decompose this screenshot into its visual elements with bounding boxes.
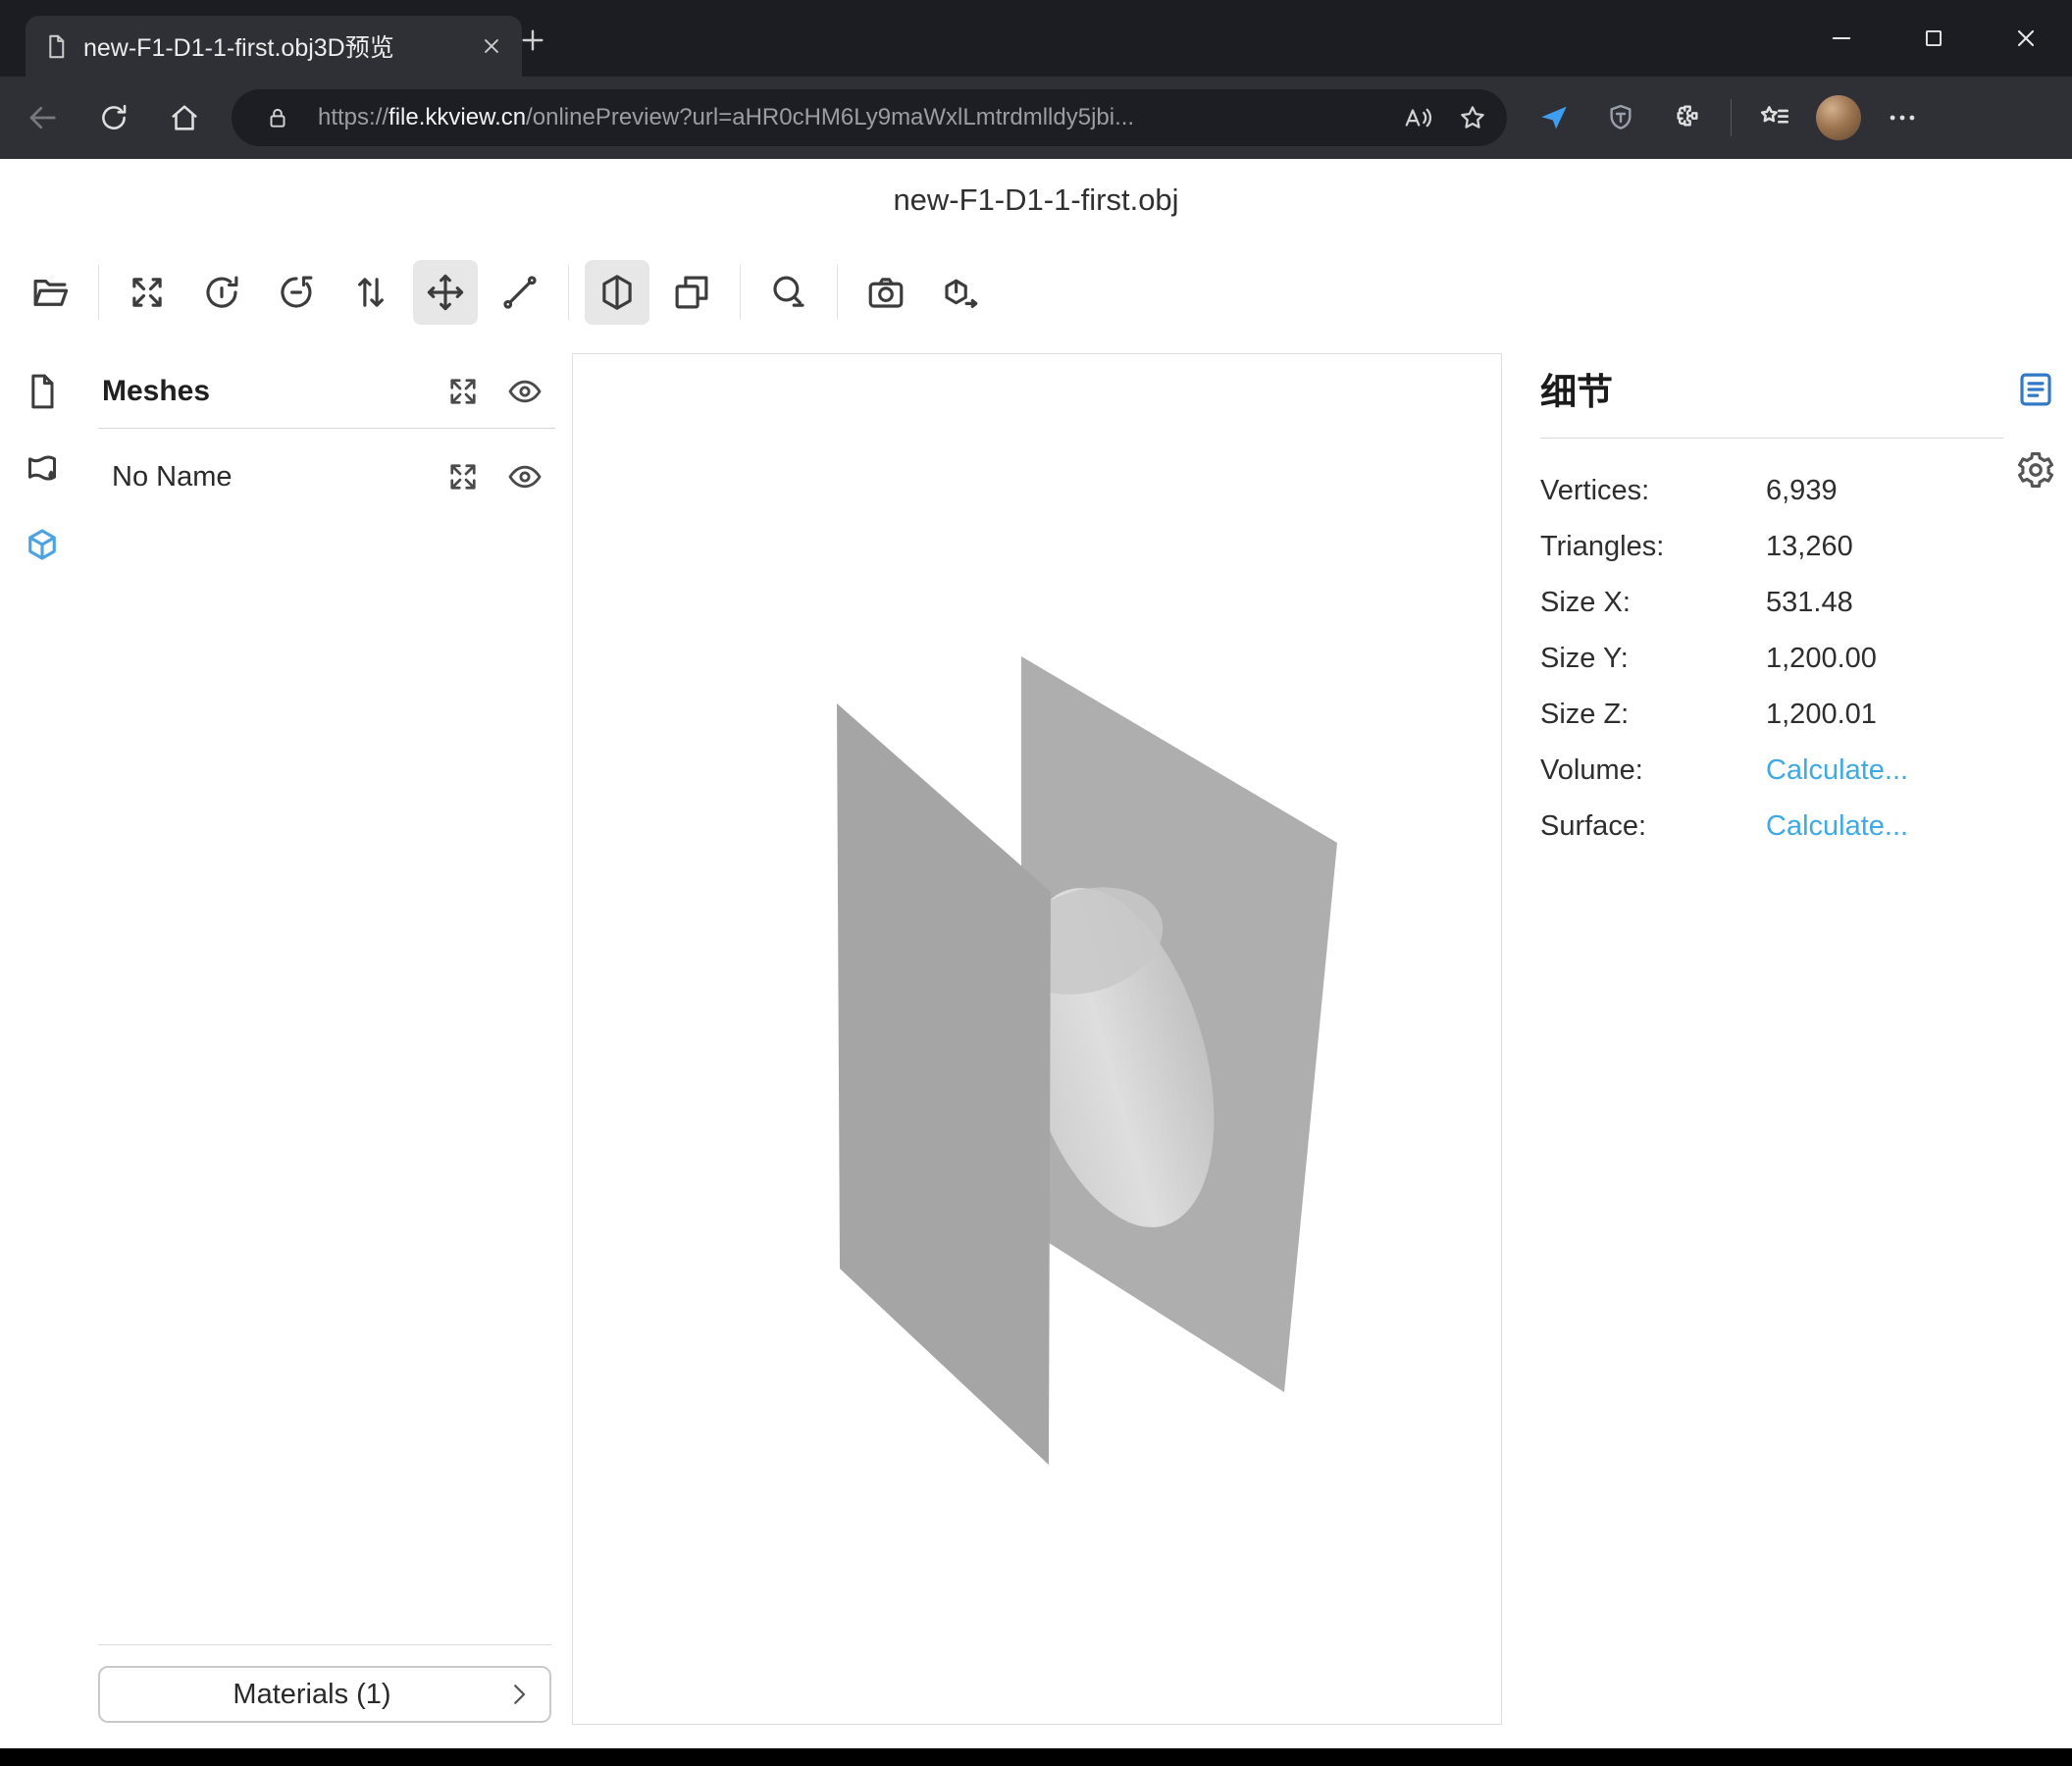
address-bar[interactable]: https://file.kkview.cn/onlinePreview?url… — [232, 89, 1507, 146]
detail-row-vertices: Vertices: 6,939 — [1540, 463, 2003, 519]
move-tool-button[interactable] — [413, 260, 478, 325]
detail-label: Size Z: — [1540, 699, 1766, 731]
viewer-page: new-F1-D1-1-first.obj — [0, 159, 2072, 1748]
detail-label: Size X: — [1540, 587, 1766, 619]
window-close-button[interactable] — [1980, 0, 2072, 77]
viewer-toolbar — [18, 255, 1003, 330]
orthographic-view-button[interactable] — [659, 260, 724, 325]
file-icon[interactable] — [20, 369, 65, 414]
perspective-view-button[interactable] — [585, 260, 649, 325]
detail-row-size-y: Size Y: 1,200.00 — [1540, 631, 2003, 687]
panel-divider — [98, 428, 555, 429]
detail-label: Triangles: — [1540, 531, 1766, 563]
refresh-icon[interactable] — [86, 90, 141, 145]
fit-view-button[interactable] — [115, 260, 180, 325]
extensions-puzzle-icon[interactable] — [1660, 90, 1715, 145]
details-rows: Vertices: 6,939 Triangles: 13,260 Size X… — [1540, 463, 2003, 855]
tab-title: new-F1-D1-1-first.obj3D预览 — [83, 28, 465, 64]
mesh-name: No Name — [112, 461, 420, 493]
back-icon[interactable] — [16, 90, 71, 145]
browser-tabstrip: new-F1-D1-1-first.obj3D预览 — [0, 0, 2072, 77]
3d-model-canvas[interactable] — [573, 354, 1501, 1724]
detail-row-size-z: Size Z: 1,200.01 — [1540, 687, 2003, 743]
details-divider — [1540, 438, 2003, 439]
detail-value: 1,200.00 — [1766, 643, 1877, 675]
materials-icon[interactable] — [20, 445, 65, 491]
materials-button-label: Materials (1) — [120, 1679, 504, 1711]
measure-button[interactable] — [756, 260, 821, 325]
mesh-visibility-eye-icon[interactable] — [506, 458, 544, 495]
gear-icon[interactable] — [2013, 447, 2058, 493]
rotate-horizontal-button[interactable] — [189, 260, 254, 325]
detail-value: 1,200.01 — [1766, 699, 1877, 731]
favorites-bar-icon[interactable] — [1747, 90, 1802, 145]
visibility-eye-icon[interactable] — [506, 373, 544, 410]
browser-navbar: https://file.kkview.cn/onlinePreview?url… — [0, 77, 2072, 159]
navbar-divider — [1731, 99, 1732, 136]
calculate-volume-link[interactable]: Calculate... — [1766, 754, 1908, 787]
extension-plane-icon[interactable] — [1527, 90, 1581, 145]
details-panel: 细节 Vertices: 6,939 Triangles: 13,260 Siz… — [1540, 353, 2003, 855]
meshes-panel: Meshes No Name — [98, 353, 555, 505]
materials-button[interactable]: Materials (1) — [98, 1666, 551, 1723]
detail-row-triangles: Triangles: 13,260 — [1540, 519, 2003, 575]
detail-value: 6,939 — [1766, 475, 1838, 507]
detail-label: Surface: — [1540, 810, 1766, 843]
toolbar-divider — [837, 265, 838, 320]
model-plane-left — [837, 703, 1051, 1465]
detail-row-size-x: Size X: 531.48 — [1540, 575, 2003, 631]
profile-avatar[interactable] — [1816, 95, 1861, 140]
window-minimize-button[interactable] — [1795, 0, 1888, 77]
calculate-surface-link[interactable]: Calculate... — [1766, 810, 1908, 843]
detail-label: Vertices: — [1540, 475, 1766, 507]
bottom-edge-bar — [0, 1748, 2072, 1766]
more-options-icon[interactable] — [1875, 90, 1930, 145]
detail-value: 13,260 — [1766, 531, 1853, 563]
flip-vertical-button[interactable] — [338, 260, 403, 325]
chevron-right-icon — [504, 1680, 534, 1709]
favorite-star-icon[interactable] — [1448, 93, 1497, 142]
3d-viewport[interactable] — [572, 353, 1502, 1725]
detail-label: Volume: — [1540, 754, 1766, 787]
materials-divider — [98, 1644, 551, 1645]
measure-line-button[interactable] — [488, 260, 552, 325]
page-title: new-F1-D1-1-first.obj — [0, 182, 2072, 218]
detail-row-volume: Volume: Calculate... — [1540, 743, 2003, 799]
tab-close-icon[interactable] — [479, 33, 504, 59]
fit-all-icon[interactable] — [445, 374, 481, 409]
detail-value: 531.48 — [1766, 587, 1853, 619]
window-maximize-button[interactable] — [1888, 0, 1980, 77]
url-text[interactable]: https://file.kkview.cn/onlinePreview?url… — [318, 104, 1387, 131]
details-list-icon[interactable] — [2013, 367, 2058, 412]
new-tab-button[interactable] — [510, 18, 555, 63]
right-icon-rail — [1999, 353, 2072, 493]
window-controls — [1795, 0, 2072, 77]
browser-window: new-F1-D1-1-first.obj3D预览 — [0, 0, 2072, 1766]
toolbar-divider — [740, 265, 741, 320]
details-title: 细节 — [1540, 369, 2003, 416]
read-aloud-icon[interactable] — [1393, 93, 1442, 142]
mesh-list-item[interactable]: No Name — [98, 448, 555, 505]
toolbar-divider — [568, 265, 569, 320]
lock-icon[interactable] — [253, 93, 302, 142]
meshes-header-row: Meshes — [98, 363, 555, 420]
toolbar-divider — [98, 265, 99, 320]
document-icon — [43, 33, 70, 60]
detail-label: Size Y: — [1540, 643, 1766, 675]
detail-row-surface: Surface: Calculate... — [1540, 799, 2003, 855]
open-model-button[interactable] — [18, 260, 82, 325]
screenshot-button[interactable] — [854, 260, 918, 325]
navbar-extensions — [1523, 90, 1930, 145]
fit-mesh-icon[interactable] — [445, 459, 481, 494]
home-icon[interactable] — [157, 90, 212, 145]
extension-shield-icon[interactable] — [1593, 90, 1648, 145]
export-model-button[interactable] — [928, 260, 993, 325]
cube-3d-icon[interactable] — [20, 522, 65, 567]
meshes-title: Meshes — [102, 375, 420, 408]
browser-tab[interactable]: new-F1-D1-1-first.obj3D预览 — [26, 16, 522, 77]
left-icon-rail — [0, 353, 84, 567]
rotate-vertical-button[interactable] — [264, 260, 329, 325]
